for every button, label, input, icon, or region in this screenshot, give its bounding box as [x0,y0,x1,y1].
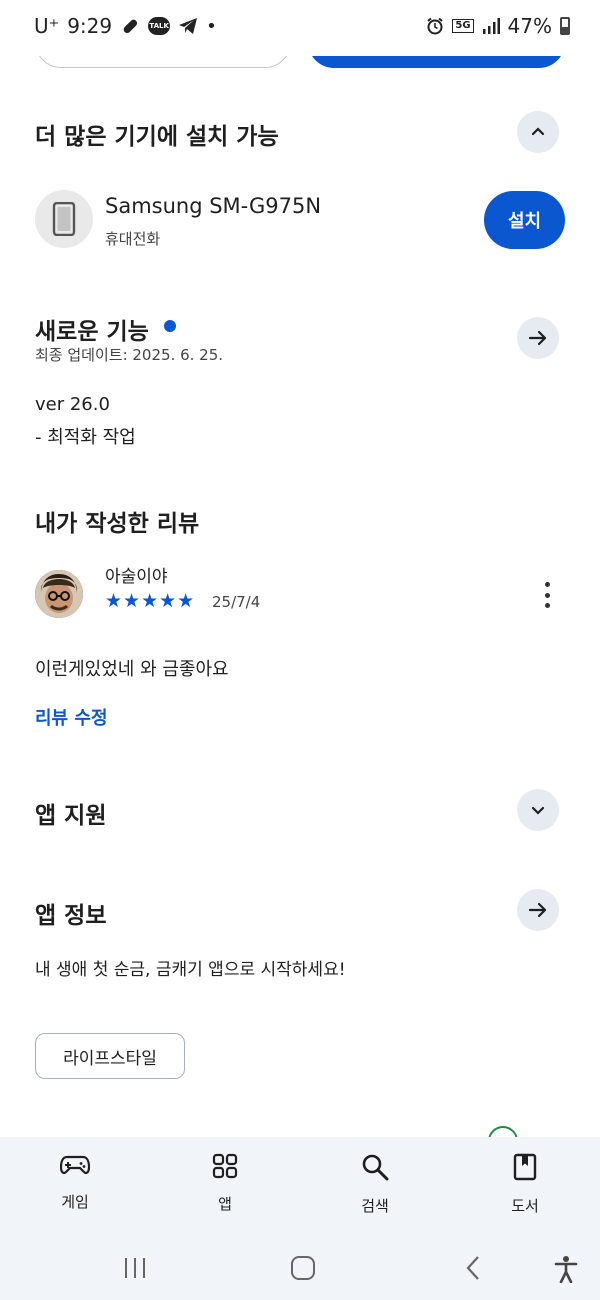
app-info-title: 앱 정보 [35,903,107,929]
kakaotalk-icon: TALK [148,17,171,35]
home-icon [291,1256,315,1280]
link-icon [120,16,140,36]
reviewer-name: 아술이야 [105,567,168,587]
gamepad-icon [60,1155,90,1175]
collapse-button[interactable] [517,111,559,153]
arrow-right-icon [528,902,547,918]
avatar [35,570,83,618]
telegram-icon [178,17,198,35]
whats-new-title: 새로운 기능 [35,319,149,345]
home-button[interactable] [288,1253,318,1283]
battery-icon [560,17,570,35]
nav-item-books[interactable]: 도서 [450,1137,600,1241]
review-text: 이런게있었네 와 금좋아요 [35,659,229,680]
back-chevron-icon [466,1256,479,1280]
install-button[interactable]: 설치 [484,191,565,249]
device-name: Samsung SM-G975N [105,194,322,218]
back-button[interactable] [458,1253,488,1283]
signal-icon [482,18,500,34]
release-note: - 최적화 작업 [35,427,136,448]
device-type: 휴대전화 [105,230,161,248]
nav-item-search[interactable]: 검색 [300,1137,450,1241]
review-date: 25/7/4 [212,593,261,611]
arrow-right-icon [528,330,547,346]
accessibility-button[interactable] [550,1253,582,1285]
app-info-open-button[interactable] [517,889,559,931]
nav-label-games: 게임 [61,1193,89,1211]
app-support-title: 앱 지원 [35,803,107,829]
status-bar-right: 5G 47% [426,14,570,38]
review-more-options-button[interactable] [536,578,558,612]
more-vert-icon [544,582,550,587]
system-navigation-bar [0,1241,600,1300]
last-updated: 최종 업데이트: 2025. 6. 25. [35,346,224,364]
network-5g-icon: 5G [452,19,474,33]
nav-label-apps: 앱 [218,1195,232,1213]
device-avatar [35,190,93,248]
clock: 9:29 [67,14,113,38]
recent-apps-button[interactable] [120,1253,150,1283]
more-devices-title: 더 많은 기기에 설치 가능 [35,124,279,150]
nav-label-search: 검색 [361,1197,389,1215]
accessibility-icon [554,1256,578,1283]
whats-new-open-button[interactable] [517,317,559,359]
status-bar-left: U⁺ 9:29 TALK • [34,14,217,38]
carrier-label: U⁺ [34,14,60,38]
new-indicator-dot [164,320,176,332]
bottom-navigation: 게임 앱 검색 도서 [0,1137,600,1241]
notification-dot-icon: • [206,15,217,37]
nav-item-apps[interactable]: 앱 [150,1137,300,1241]
version-text: ver 26.0 [35,394,110,415]
search-icon [362,1154,389,1181]
apps-grid-icon [212,1153,238,1179]
status-bar: U⁺ 9:29 TALK • 5G 47% [0,0,600,56]
nav-label-books: 도서 [511,1197,539,1215]
chevron-down-icon [531,806,545,815]
my-review-title: 내가 작성한 리뷰 [35,511,200,537]
alarm-icon [426,17,444,35]
star-rating: ★★★★★ [105,590,196,612]
app-description: 내 생애 첫 순금, 금캐기 앱으로 시작하세요! [35,960,346,980]
phone-icon [52,202,76,236]
battery-percent: 47% [507,14,552,38]
app-support-expand-button[interactable] [517,789,559,831]
nav-item-games[interactable]: 게임 [0,1137,150,1241]
chevron-up-icon [531,127,545,136]
book-icon [513,1153,537,1181]
edit-review-link[interactable]: 리뷰 수정 [35,704,108,730]
category-chip[interactable]: 라이프스타일 [35,1033,185,1079]
recents-icon [125,1258,145,1278]
